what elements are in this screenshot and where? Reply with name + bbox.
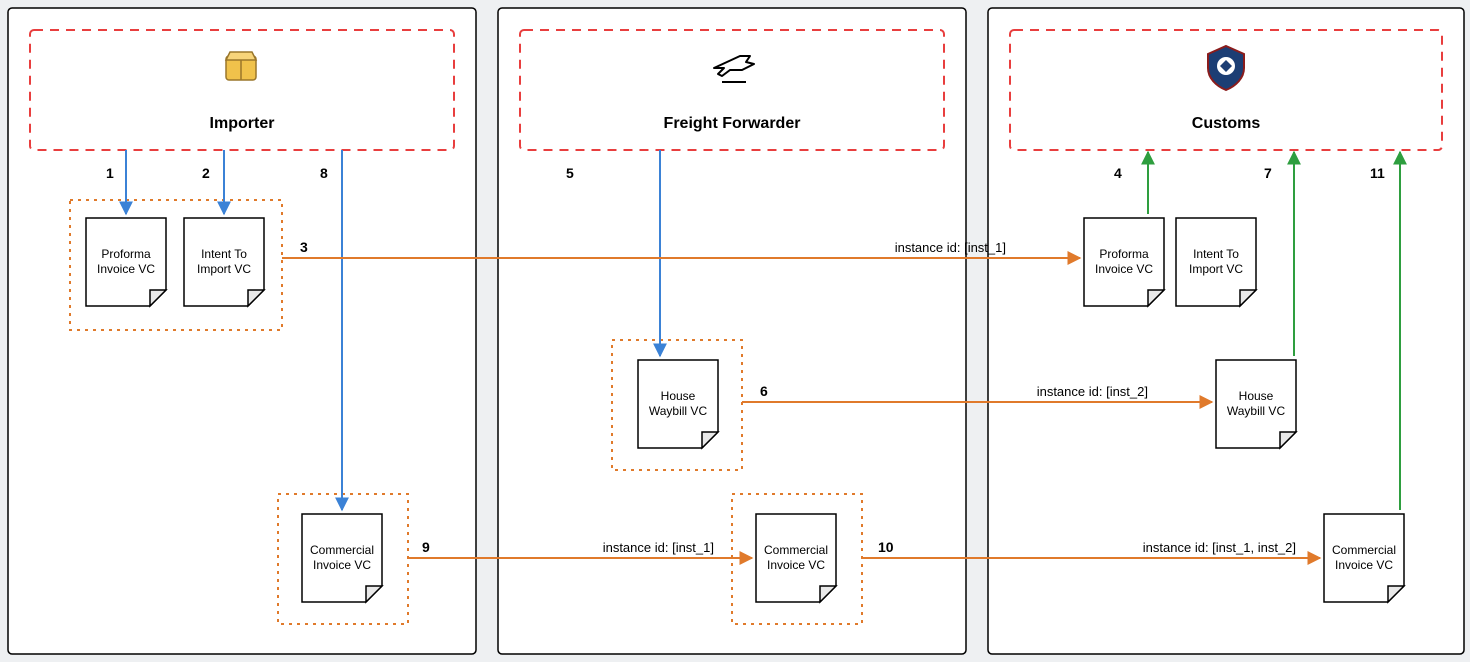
doc-commercial-importer: Commercial Invoice VC	[302, 514, 382, 602]
svg-text:Commercial: Commercial	[310, 543, 374, 557]
doc-proforma-importer: Proforma Invoice VC	[86, 218, 166, 306]
step-3: 3	[300, 239, 308, 255]
doc-house-waybill-customs: House Waybill VC	[1216, 360, 1296, 448]
step-1: 1	[106, 165, 114, 181]
edge-label-3: instance id: [inst_1]	[895, 240, 1006, 255]
svg-text:Intent To: Intent To	[201, 247, 247, 261]
svg-text:Waybill VC: Waybill VC	[1227, 404, 1286, 418]
step-2: 2	[202, 165, 210, 181]
svg-text:Import VC: Import VC	[197, 262, 251, 276]
lane-label-customs: Customs	[1192, 115, 1261, 132]
step-9: 9	[422, 539, 430, 555]
edge-label-10: instance id: [inst_1, inst_2]	[1143, 540, 1296, 555]
doc-intent-customs: Intent To Import VC	[1176, 218, 1256, 306]
edge-label-6: instance id: [inst_2]	[1037, 384, 1148, 399]
doc-house-waybill-freight: House Waybill VC	[638, 360, 718, 448]
svg-text:Import VC: Import VC	[1189, 262, 1243, 276]
svg-text:Invoice VC: Invoice VC	[97, 262, 155, 276]
svg-text:Proforma: Proforma	[1099, 247, 1149, 261]
step-5: 5	[566, 165, 574, 181]
svg-text:Intent To: Intent To	[1193, 247, 1239, 261]
svg-text:Invoice VC: Invoice VC	[1335, 558, 1393, 572]
lane-label-importer: Importer	[210, 115, 275, 132]
svg-text:Invoice VC: Invoice VC	[767, 558, 825, 572]
actor-freight-box	[520, 30, 944, 150]
svg-text:Invoice VC: Invoice VC	[313, 558, 371, 572]
doc-intent-importer: Intent To Import VC	[184, 218, 264, 306]
svg-text:Commercial: Commercial	[1332, 543, 1396, 557]
doc-commercial-customs: Commercial Invoice VC	[1324, 514, 1404, 602]
svg-text:House: House	[661, 389, 696, 403]
svg-text:Waybill VC: Waybill VC	[649, 404, 708, 418]
doc-proforma-customs: Proforma Invoice VC	[1084, 218, 1164, 306]
doc-commercial-freight: Commercial Invoice VC	[756, 514, 836, 602]
step-4: 4	[1114, 165, 1122, 181]
svg-text:Invoice VC: Invoice VC	[1095, 262, 1153, 276]
step-11: 11	[1370, 165, 1385, 181]
step-7: 7	[1264, 165, 1272, 181]
svg-text:House: House	[1239, 389, 1274, 403]
edge-label-9: instance id: [inst_1]	[603, 540, 714, 555]
step-8: 8	[320, 165, 328, 181]
svg-text:Commercial: Commercial	[764, 543, 828, 557]
step-10: 10	[878, 539, 894, 555]
box-icon	[226, 52, 256, 80]
lane-label-freight: Freight Forwarder	[664, 115, 801, 132]
svg-text:Proforma: Proforma	[101, 247, 151, 261]
actor-importer-box	[30, 30, 454, 150]
diagram-canvas: Importer Freight Forwarder Customs Profo…	[0, 0, 1470, 662]
step-6: 6	[760, 383, 768, 399]
